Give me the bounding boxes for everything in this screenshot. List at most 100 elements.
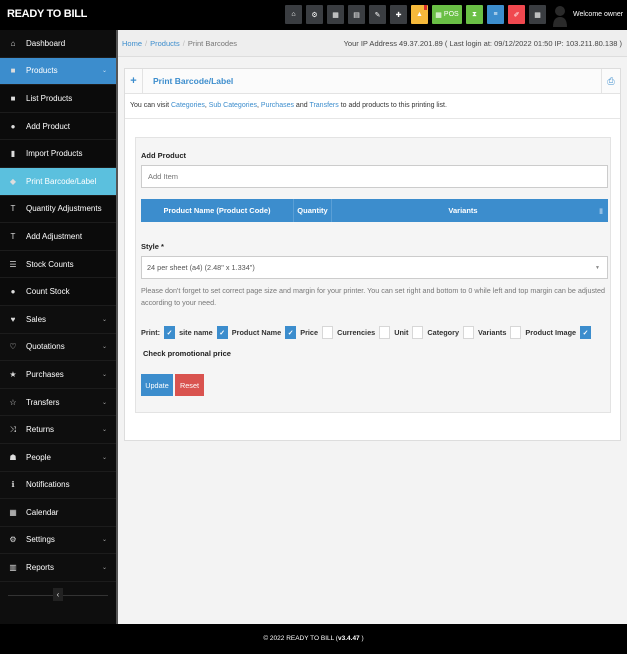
breadcrumb-products-link[interactable]: Products xyxy=(150,39,180,48)
file-icon: ▮ xyxy=(10,149,16,159)
pos-icon: ▦ xyxy=(435,11,442,19)
variants-checkbox[interactable] xyxy=(463,326,475,339)
sidebar-item-stock-counts[interactable]: ☰ Stock Counts xyxy=(0,250,116,279)
sidebar-item-calendar[interactable]: ▦ Calendar xyxy=(0,499,116,527)
hourglass-button[interactable]: ⧗ xyxy=(466,5,483,24)
variants-label[interactable]: Variants xyxy=(478,328,506,337)
sidebar-item-count-stock[interactable]: ● Count Stock xyxy=(0,278,116,306)
price-checkbox[interactable]: ✓ xyxy=(285,326,297,339)
sidebar-item-label: Add Adjustment xyxy=(26,231,83,241)
site-name-label[interactable]: site name xyxy=(179,328,213,337)
sidebar-item-label: List Products xyxy=(26,93,73,103)
add-item-input[interactable] xyxy=(141,165,608,188)
language-flag-button[interactable]: ✚ xyxy=(390,5,407,24)
sidebar-item-print-barcode-label[interactable]: ◆ Print Barcode/Label xyxy=(0,167,116,196)
random-icon: ⤨ xyxy=(9,424,17,434)
dashboard-grid-button[interactable]: ▦ xyxy=(529,5,546,24)
box-header: + Print Barcode/Label ⎙ xyxy=(125,69,620,94)
eraser-button[interactable]: ✐ xyxy=(508,5,525,24)
product-name-checkbox[interactable]: ✓ xyxy=(216,326,228,339)
user-avatar-icon[interactable] xyxy=(552,3,568,27)
sidebar-item-settings[interactable]: ⚙ Settings ⌄ xyxy=(0,527,116,555)
sidebar-item-label: Calendar xyxy=(26,507,59,517)
print-icon[interactable]: ⎙ xyxy=(601,69,620,93)
style-select[interactable]: 24 per sheet (a4) (2.48" x 1.334") ▼ xyxy=(141,256,608,279)
category-checkbox[interactable] xyxy=(412,326,424,339)
brand-logo[interactable]: READY TO BILL xyxy=(7,8,87,20)
print-options: Print: ✓ site name ✓ Product Name ✓ Price Curr… xyxy=(141,326,592,339)
calendar-icon: ▦ xyxy=(9,507,17,517)
sidebar-item-people[interactable]: ☗ People ⌄ xyxy=(0,444,116,472)
sidebar-item-label: Purchases xyxy=(26,369,64,379)
subcategories-link[interactable]: Sub Categories xyxy=(209,102,257,109)
chevron-down-icon: ⌄ xyxy=(102,399,108,406)
cog-icon: ⚙ xyxy=(9,535,17,545)
eraser-icon: ✐ xyxy=(513,11,520,19)
product-image-label[interactable]: Product Image xyxy=(525,328,576,337)
sidebar-item-purchases[interactable]: ★ Purchases ⌄ xyxy=(0,361,116,389)
ip-address-info: Your IP Address 49.37.201.89 ( Last logi… xyxy=(343,38,622,48)
list-button[interactable]: ≡ xyxy=(487,5,504,24)
calculator-icon: ▦ xyxy=(332,11,339,19)
column-header-quantity: Quantity xyxy=(294,199,332,222)
intro-suffix: to add products to this printing list. xyxy=(338,102,447,109)
categories-link[interactable]: Categories xyxy=(171,102,205,109)
barcode-icon: ■ xyxy=(10,93,16,103)
sidebar-item-reports[interactable]: ▥ Reports ⌄ xyxy=(0,554,116,582)
product-name-label[interactable]: Product Name xyxy=(232,328,281,337)
sidebar-item-notifications[interactable]: ℹ Notifications xyxy=(0,472,116,500)
sidebar-item-label: Reports xyxy=(26,563,55,573)
sidebar-item-sales[interactable]: ♥ Sales ⌄ xyxy=(0,306,116,334)
sidebar-item-label: Add Product xyxy=(26,121,71,131)
sidebar-item-add-product[interactable]: ● Add Product xyxy=(0,112,116,141)
check-promotional-price-checkbox[interactable]: ✓ xyxy=(580,326,592,339)
sticky-note-button[interactable]: ✎ xyxy=(369,5,386,24)
sidebar-item-products[interactable]: ■ Products ⌄ xyxy=(0,57,116,86)
sidebar-item-label: Sales xyxy=(26,314,47,324)
info-circle-icon: ℹ xyxy=(11,480,15,490)
reset-button[interactable]: Reset xyxy=(175,374,204,396)
chevron-down-icon: ⌄ xyxy=(102,68,108,75)
cogs-icon: ⚙ xyxy=(311,11,318,19)
check-promotional-price-label[interactable]: Check promotional price xyxy=(143,349,231,358)
bar-chart-icon: ▥ xyxy=(9,563,17,573)
purchases-link[interactable]: Purchases xyxy=(261,102,294,109)
transfers-link[interactable]: Transfers xyxy=(309,102,338,109)
sidebar-item-label: Returns xyxy=(26,425,55,435)
site-name-checkbox[interactable]: ✓ xyxy=(164,326,176,339)
unit-label[interactable]: Unit xyxy=(394,328,408,337)
sidebar-item-import-products[interactable]: ▮ Import Products xyxy=(0,140,116,168)
sidebar-item-quotations[interactable]: ♡ Quotations ⌄ xyxy=(0,334,116,362)
sidebar-item-add-adjustment[interactable]: T Add Adjustment xyxy=(0,223,116,251)
sidebar-collapse-button[interactable]: ‹ xyxy=(53,588,63,601)
pos-button[interactable]: ▦ POS xyxy=(432,5,462,24)
sidebar-item-list-products[interactable]: ■ List Products xyxy=(0,85,116,113)
intro-text: You can visit Categories, Sub Categories… xyxy=(125,94,620,119)
category-label[interactable]: Category xyxy=(427,328,459,337)
sidebar-item-returns[interactable]: ⤨ Returns ⌄ xyxy=(0,416,116,444)
currencies-checkbox[interactable] xyxy=(322,326,334,339)
chevron-down-icon: ⌄ xyxy=(102,454,108,461)
sidebar-item-quantity-adjustments[interactable]: T Quantity Adjustments xyxy=(0,195,116,224)
filter-icon: T xyxy=(10,204,16,214)
calendar-button[interactable]: ▤ xyxy=(348,5,365,24)
home-button[interactable]: ⌂ xyxy=(285,5,302,24)
footer: © 2022 READY TO BILL (v3.4.47 ) xyxy=(0,624,627,654)
print-form: Add Product Product Name (Product Code) … xyxy=(135,137,611,413)
update-button[interactable]: Update xyxy=(141,374,173,396)
unit-checkbox[interactable] xyxy=(379,326,391,339)
breadcrumb-home-link[interactable]: Home xyxy=(122,39,142,48)
currencies-label[interactable]: Currencies xyxy=(337,328,375,337)
tags-icon: ◆ xyxy=(9,176,17,186)
product-image-checkbox[interactable] xyxy=(510,326,522,339)
calculator-button[interactable]: ▦ xyxy=(327,5,344,24)
add-product-label: Add Product xyxy=(141,151,186,160)
welcome-user-link[interactable]: Welcome owner xyxy=(573,11,623,18)
price-label[interactable]: Price xyxy=(300,328,318,337)
sidebar-item-transfers[interactable]: ☆ Transfers ⌄ xyxy=(0,389,116,417)
sidebar-item-dashboard[interactable]: ⌂ Dashboard xyxy=(0,30,116,58)
cogs-button[interactable]: ⚙ xyxy=(306,5,323,24)
trash-icon: ▮ xyxy=(599,207,603,215)
sidebar-item-label: Notifications xyxy=(26,480,70,490)
alert-warning-button[interactable]: ▲ xyxy=(411,5,428,24)
